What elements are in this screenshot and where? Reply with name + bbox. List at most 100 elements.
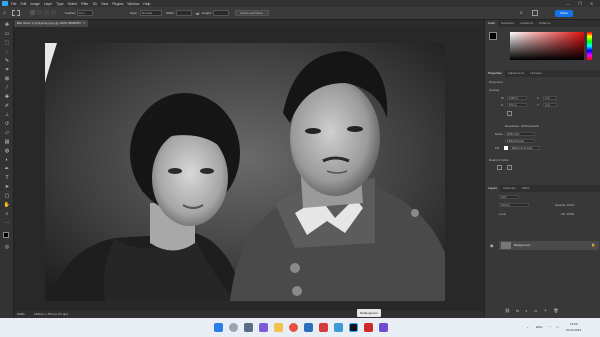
fill-percent-control[interactable]: Fill: 100% [561,212,574,216]
add-selection-icon[interactable] [37,10,42,15]
tab-swatches[interactable]: Swatches [498,20,517,27]
grid-toggle-icon[interactable] [507,165,512,170]
photoshop-taskbar-icon[interactable] [349,323,358,332]
quick-select-tool-icon[interactable]: ✎ [3,58,11,65]
menu-file[interactable]: File [11,2,16,6]
dodge-tool-icon[interactable]: ◐ [3,157,11,164]
mode-select[interactable]: RGB Color [505,132,535,136]
language-indicator[interactable]: ENG [536,325,543,329]
height-input[interactable] [213,10,229,16]
width-input[interactable] [176,10,192,16]
close-tab-icon[interactable]: × [83,21,85,25]
task-view-icon[interactable] [244,323,253,332]
ruler-toggle-icon[interactable] [497,165,502,170]
zoom-level[interactable]: 100% [17,311,25,318]
opacity-control[interactable]: Opacity: 100% [555,203,575,207]
canvas-x-field[interactable]: 0 px [543,96,557,100]
eyedropper-tool-icon[interactable]: ⁄ [3,85,11,92]
fg-color-chip[interactable] [489,32,497,40]
tab-channels[interactable]: Channels [500,185,519,192]
layer-filter-kind[interactable]: Kind [499,195,519,199]
menu-edit[interactable]: Edit [20,2,26,6]
chrome-icon[interactable] [289,323,298,332]
foreground-color-swatch[interactable] [3,232,9,238]
tab-layers[interactable]: Layers [485,185,501,192]
tab-patterns[interactable]: Patterns [536,20,553,27]
eraser-tool-icon[interactable]: ▱ [3,130,11,137]
menu-select[interactable]: Select [68,2,77,6]
lasso-tool-icon[interactable]: ◌ [3,49,11,56]
menu-3d[interactable]: 3D [93,2,97,6]
pen-tool-icon[interactable]: ✒ [3,166,11,173]
clock-date[interactable]: 03.03.2023 [566,328,581,332]
subtract-selection-icon[interactable] [44,10,49,15]
hand-tool-icon[interactable]: ✋ [3,202,11,209]
home-icon[interactable]: ⌂ [3,10,6,16]
new-layer-icon[interactable]: ＋ [543,308,547,314]
layer-row[interactable]: ◉ Background 🔒 [490,241,599,250]
app-icon-red-2[interactable] [364,323,373,332]
clock-time[interactable]: 13:05 [570,322,578,326]
menu-layer[interactable]: Layer [44,2,52,6]
visibility-eye-icon[interactable]: ◉ [490,243,494,248]
add-mask-icon[interactable]: ◐ [525,308,527,314]
delete-layer-icon[interactable]: 🗑 [553,308,558,314]
tab-adjustments[interactable]: Adjustments [505,70,528,77]
canvas-y-field[interactable]: 0 px [543,103,557,107]
menu-view[interactable]: View [101,2,108,6]
artboard-tool-icon[interactable]: ▭ [3,31,11,38]
brush-tool-icon[interactable]: ✐ [3,103,11,110]
document-tab[interactable]: Bild (Foto) 1 (1)(1)(copy).jpg @ 100% (R… [14,20,89,27]
photoshop-logo-icon[interactable] [2,1,8,6]
minimize-button[interactable]: — [566,1,570,6]
blend-mode-select[interactable]: Normal [499,203,529,207]
share-button[interactable]: Share [555,10,573,17]
healing-brush-tool-icon[interactable]: ✚ [3,94,11,101]
tab-properties[interactable]: Properties [485,70,505,77]
feather-input[interactable]: 0 px [77,10,93,16]
swap-icon[interactable]: ⇄ [196,11,199,16]
menu-plugins[interactable]: Plugins [112,2,123,6]
quick-mask-icon[interactable]: ◎ [3,244,11,251]
canvas-width-field[interactable]: 1200 px [507,96,527,100]
type-tool-icon[interactable]: T [3,175,11,182]
tab-libraries[interactable]: Libraries [527,70,545,77]
new-folder-icon[interactable]: ▭ [534,308,538,314]
fill-select[interactable]: Background Color [510,146,540,150]
menu-filter[interactable]: Filter [81,2,89,6]
wifi-icon[interactable]: ◠ [549,325,552,329]
tab-color[interactable]: Color [485,20,499,27]
menu-window[interactable]: Window [127,2,139,6]
fx-icon[interactable]: fx [516,308,519,314]
blur-tool-icon[interactable]: ◍ [3,148,11,155]
hue-slider[interactable] [587,32,592,60]
start-icon[interactable] [214,323,223,332]
path-select-tool-icon[interactable]: ➤ [3,184,11,191]
document-canvas-photo[interactable] [45,43,445,301]
new-selection-icon[interactable] [30,10,35,15]
close-button[interactable]: ✕ [590,1,593,6]
app-icon-red[interactable] [319,323,328,332]
select-and-mask-button[interactable]: Select and Mask... [235,10,269,16]
clone-stamp-tool-icon[interactable]: ⊥ [3,112,11,119]
volume-icon[interactable]: ◁ [556,325,558,329]
bit-depth-select[interactable]: 8 Bits/Channel [505,139,535,143]
tray-up-icon[interactable]: ^ [527,326,528,330]
edge-icon[interactable] [304,323,313,332]
shape-tool-icon[interactable]: ▢ [3,193,11,200]
search-icon[interactable]: ⌕ [520,10,523,16]
crop-tool-icon[interactable]: ⌗ [3,67,11,74]
gradient-tool-icon[interactable]: ▤ [3,139,11,146]
style-select[interactable]: Normal [140,10,162,16]
menu-help[interactable]: Help [143,2,150,6]
marquee-tool-icon[interactable]: ⬚ [3,40,11,47]
app-icon-blue[interactable] [334,323,343,332]
history-brush-tool-icon[interactable]: ↺ [3,121,11,128]
move-tool-icon[interactable]: ✥ [3,22,11,29]
restore-button[interactable]: ❐ [578,1,582,6]
zoom-tool-icon[interactable]: ⌕ [3,211,11,218]
orientation-icon[interactable] [507,111,512,116]
intersect-selection-icon[interactable] [51,10,56,15]
search-icon[interactable] [229,323,238,332]
marquee-preset-icon[interactable] [12,10,20,16]
